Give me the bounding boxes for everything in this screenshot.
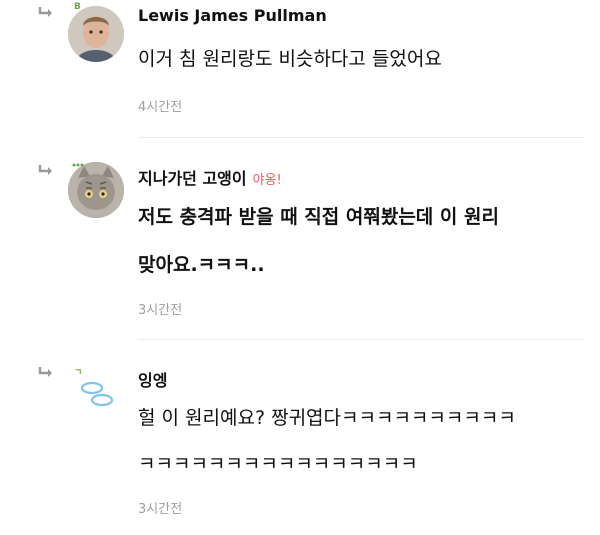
author-name[interactable]: 지나가던 고앵이 bbox=[138, 169, 247, 188]
author-name[interactable]: Lewis James Pullman bbox=[138, 6, 327, 25]
reply-arrow-icon bbox=[38, 165, 52, 175]
comment-author[interactable]: Lewis James Pullman bbox=[138, 6, 327, 25]
level-badge: ㄱ bbox=[74, 368, 83, 378]
comment-item: B Lewis James Pullman 이거 침 원리랑도 비슷하다고 들었… bbox=[0, 0, 600, 140]
comment-text-line: 헐 이 원리예요? 짱귀엽다ㅋㅋㅋㅋㅋㅋㅋㅋㅋㅋ bbox=[138, 407, 516, 429]
comment-text-line: ㅋㅋㅋㅋㅋㅋㅋㅋㅋㅋㅋㅋㅋㅋㅋㅋ bbox=[138, 453, 418, 475]
cat-photo-icon bbox=[68, 162, 124, 218]
comment-item: 지나가던 고앵이 야옹! 저도 충격파 받을 때 직접 여쭤봤는데 이 원리 맞아… bbox=[0, 140, 600, 340]
comment-item: ㄱ 잉엥 헐 이 원리예요? 짱귀엽다ㅋㅋㅋㅋㅋㅋㅋㅋㅋㅋ ㅋㅋㅋㅋㅋㅋㅋㅋㅋㅋ… bbox=[0, 340, 600, 535]
reply-arrow-icon bbox=[38, 367, 52, 377]
comment-text-line: 이거 침 원리랑도 비슷하다고 들었어요 bbox=[138, 48, 442, 70]
divider bbox=[138, 137, 584, 138]
comment-timestamp: 4시간전 bbox=[138, 100, 183, 115]
level-dots-icon bbox=[72, 163, 84, 167]
comment-timestamp: 3시간전 bbox=[138, 303, 183, 318]
comment-text-line: 맞아요.ㅋㅋㅋ.. bbox=[138, 254, 265, 276]
comment-timestamp: 3시간전 bbox=[138, 502, 183, 517]
level-badge: B bbox=[74, 2, 81, 12]
avatar[interactable] bbox=[68, 6, 124, 62]
avatar[interactable] bbox=[68, 162, 124, 218]
author-name[interactable]: 잉엥 bbox=[138, 371, 167, 390]
comment-author[interactable]: 지나가던 고앵이 야옹! bbox=[138, 165, 282, 189]
comment-text-line: 저도 충격파 받을 때 직접 여쭤봤는데 이 원리 bbox=[138, 206, 499, 228]
author-nickname-note: 야옹! bbox=[252, 173, 282, 188]
reply-arrow-icon bbox=[38, 7, 52, 17]
comment-author[interactable]: 잉엥 bbox=[138, 367, 167, 391]
user-photo-icon bbox=[68, 6, 124, 62]
